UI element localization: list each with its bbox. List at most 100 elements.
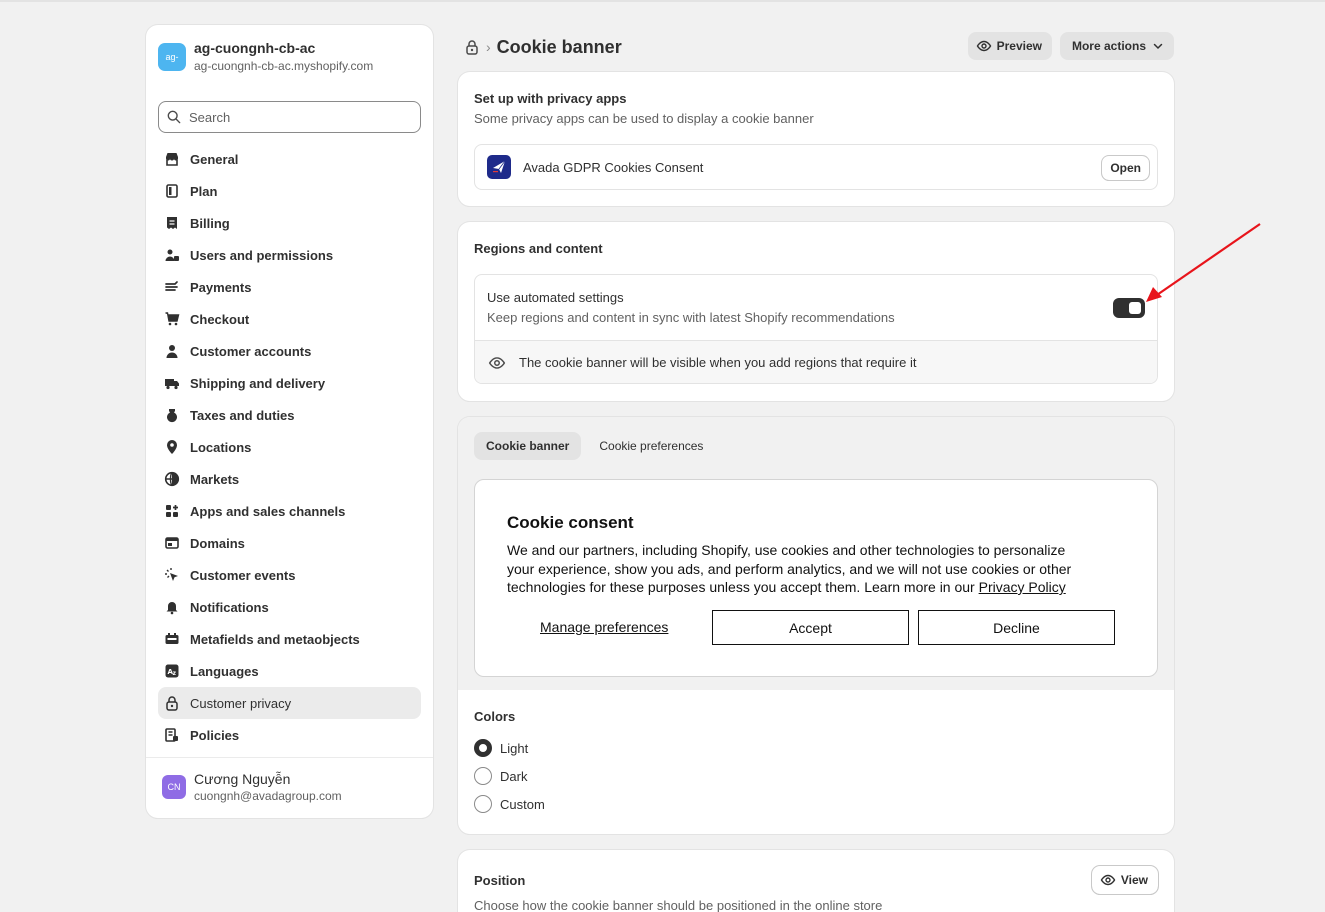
- color-option-dark[interactable]: Dark: [474, 767, 527, 785]
- tax-icon: [164, 407, 180, 423]
- sidebar-item-policies[interactable]: Policies: [158, 719, 421, 751]
- view-label: View: [1120, 873, 1148, 887]
- search-placeholder: Search: [189, 109, 231, 125]
- lock-icon: [164, 695, 180, 711]
- more-actions-label: More actions: [1071, 39, 1146, 53]
- user-profile[interactable]: CN Cương Nguyễn cuongnh@avadagroup.com: [162, 771, 342, 803]
- breadcrumb-chevron-icon: ›: [486, 39, 491, 55]
- preview-area: Cookie banner Cookie preferences Cookie …: [458, 417, 1174, 690]
- sidebar-item-plan[interactable]: Plan: [158, 175, 421, 207]
- sidebar-item-markets[interactable]: Markets: [158, 463, 421, 495]
- radio-label: Custom: [500, 796, 545, 812]
- sidebar-item-languages[interactable]: Az Languages: [158, 655, 421, 687]
- view-button[interactable]: View: [1092, 866, 1158, 894]
- sidebar-item-label: Domains: [190, 535, 245, 551]
- sidebar-item-shipping-and-delivery[interactable]: Shipping and delivery: [158, 367, 421, 399]
- radio-button[interactable]: [474, 795, 492, 813]
- eye-icon: [488, 356, 506, 369]
- avatar: CN: [162, 775, 186, 799]
- sidebar-item-label: Billing: [190, 215, 230, 231]
- preview-tabs: Cookie banner Cookie preferences: [474, 432, 715, 460]
- privacy-policy-link[interactable]: Privacy Policy: [979, 579, 1066, 595]
- billing-icon: [164, 215, 180, 231]
- cart-icon: [164, 311, 180, 327]
- svg-text:z: z: [173, 670, 177, 677]
- sidebar-item-label: Customer privacy: [190, 695, 292, 711]
- domain-icon: [164, 535, 180, 551]
- tab-cookie-preferences[interactable]: Cookie preferences: [587, 432, 715, 460]
- radio-button[interactable]: [474, 767, 492, 785]
- globe-icon: [164, 471, 180, 487]
- sidebar-item-customer-accounts[interactable]: Customer accounts: [158, 335, 421, 367]
- color-option-custom[interactable]: Custom: [474, 795, 545, 813]
- privacy-apps-card: Set up with privacy apps Some privacy ap…: [458, 72, 1174, 206]
- sidebar-item-metafields-and-metaobjects[interactable]: Metafields and metaobjects: [158, 623, 421, 655]
- radio-button[interactable]: [474, 739, 492, 757]
- tab-cookie-banner[interactable]: Cookie banner: [474, 432, 582, 460]
- sidebar-item-customer-events[interactable]: Customer events: [158, 559, 421, 591]
- store-name: ag-cuongnh-cb-ac: [194, 40, 316, 56]
- metafields-icon: [164, 631, 180, 647]
- card-subtitle: Choose how the cookie banner should be p…: [474, 898, 883, 912]
- color-option-light[interactable]: Light: [474, 739, 528, 757]
- sidebar-item-checkout[interactable]: Checkout: [158, 303, 421, 335]
- more-actions-button[interactable]: More actions: [1059, 32, 1174, 60]
- sidebar-item-customer-privacy[interactable]: Customer privacy: [158, 687, 421, 719]
- sidebar-item-label: Notifications: [190, 599, 269, 615]
- annotation-arrow-icon: [1146, 223, 1261, 302]
- sidebar-item-payments[interactable]: Payments: [158, 271, 421, 303]
- card-title: Position: [474, 873, 526, 888]
- automated-settings-description: Keep regions and content in sync with la…: [487, 310, 895, 325]
- open-app-button[interactable]: Open: [1102, 156, 1149, 180]
- users-icon: [164, 247, 180, 263]
- sidebar-item-taxes-and-duties[interactable]: Taxes and duties: [158, 399, 421, 431]
- decline-button[interactable]: Decline: [918, 610, 1115, 645]
- sidebar-item-label: General: [190, 151, 239, 167]
- visibility-notice: The cookie banner will be visible when y…: [475, 340, 1157, 383]
- store-url: ag-cuongnh-cb-ac.myshopify.com: [194, 59, 374, 73]
- eye-icon: [976, 40, 991, 52]
- preview-button[interactable]: Preview: [967, 32, 1052, 60]
- manage-preferences-link[interactable]: Manage preferences: [540, 619, 668, 635]
- sidebar-item-label: Checkout: [190, 311, 250, 327]
- search-input[interactable]: Search: [158, 101, 421, 133]
- chevron-down-icon: [1153, 43, 1163, 50]
- store-avatar: ag-: [158, 42, 186, 71]
- person-icon: [164, 343, 180, 359]
- card-subtitle: Some privacy apps can be used to display…: [474, 111, 814, 126]
- radio-label: Dark: [500, 768, 528, 784]
- settings-sidebar: ag- ag-cuongnh-cb-ac ag-cuongnh-cb-ac.my…: [146, 25, 433, 818]
- sidebar-item-label: Policies: [190, 727, 240, 743]
- sidebar-item-domains[interactable]: Domains: [158, 527, 421, 559]
- sidebar-item-apps-and-sales-channels[interactable]: Apps and sales channels: [158, 495, 421, 527]
- sidebar-item-label: Customer events: [190, 567, 296, 583]
- app-row: Avada GDPR Cookies Consent Open: [474, 144, 1158, 190]
- user-email: cuongnh@avadagroup.com: [194, 789, 342, 803]
- lock-icon[interactable]: [464, 39, 480, 55]
- apps-icon: [164, 503, 180, 519]
- top-border: [0, 0, 1325, 2]
- sidebar-item-locations[interactable]: Locations: [158, 431, 421, 463]
- sidebar-item-label: Customer accounts: [190, 343, 312, 359]
- avada-logo-icon: [487, 155, 511, 179]
- sidebar-item-label: Payments: [190, 279, 252, 295]
- truck-icon: [164, 375, 180, 391]
- divider: [146, 757, 433, 758]
- sidebar-item-label: Markets: [190, 471, 240, 487]
- settings-nav: General Plan Billing Users and permissions P…: [158, 143, 421, 751]
- cursor-icon: [164, 567, 180, 583]
- sidebar-item-billing[interactable]: Billing: [158, 207, 421, 239]
- position-card: Position Choose how the cookie banner sh…: [458, 850, 1174, 912]
- sidebar-item-general[interactable]: General: [158, 143, 421, 175]
- accept-button[interactable]: Accept: [712, 610, 909, 645]
- radio-label: Light: [500, 740, 529, 756]
- card-title: Set up with privacy apps: [474, 91, 627, 106]
- app-name: Avada GDPR Cookies Consent: [523, 159, 704, 175]
- sidebar-item-notifications[interactable]: Notifications: [158, 591, 421, 623]
- sidebar-item-users-and-permissions[interactable]: Users and permissions: [158, 239, 421, 271]
- store-switcher[interactable]: ag- ag-cuongnh-cb-ac ag-cuongnh-cb-ac.my…: [158, 40, 373, 73]
- eye-icon: [1100, 874, 1116, 886]
- colors-title: Colors: [474, 709, 516, 724]
- sidebar-item-label: Users and permissions: [190, 247, 334, 263]
- sidebar-item-label: Taxes and duties: [190, 407, 295, 423]
